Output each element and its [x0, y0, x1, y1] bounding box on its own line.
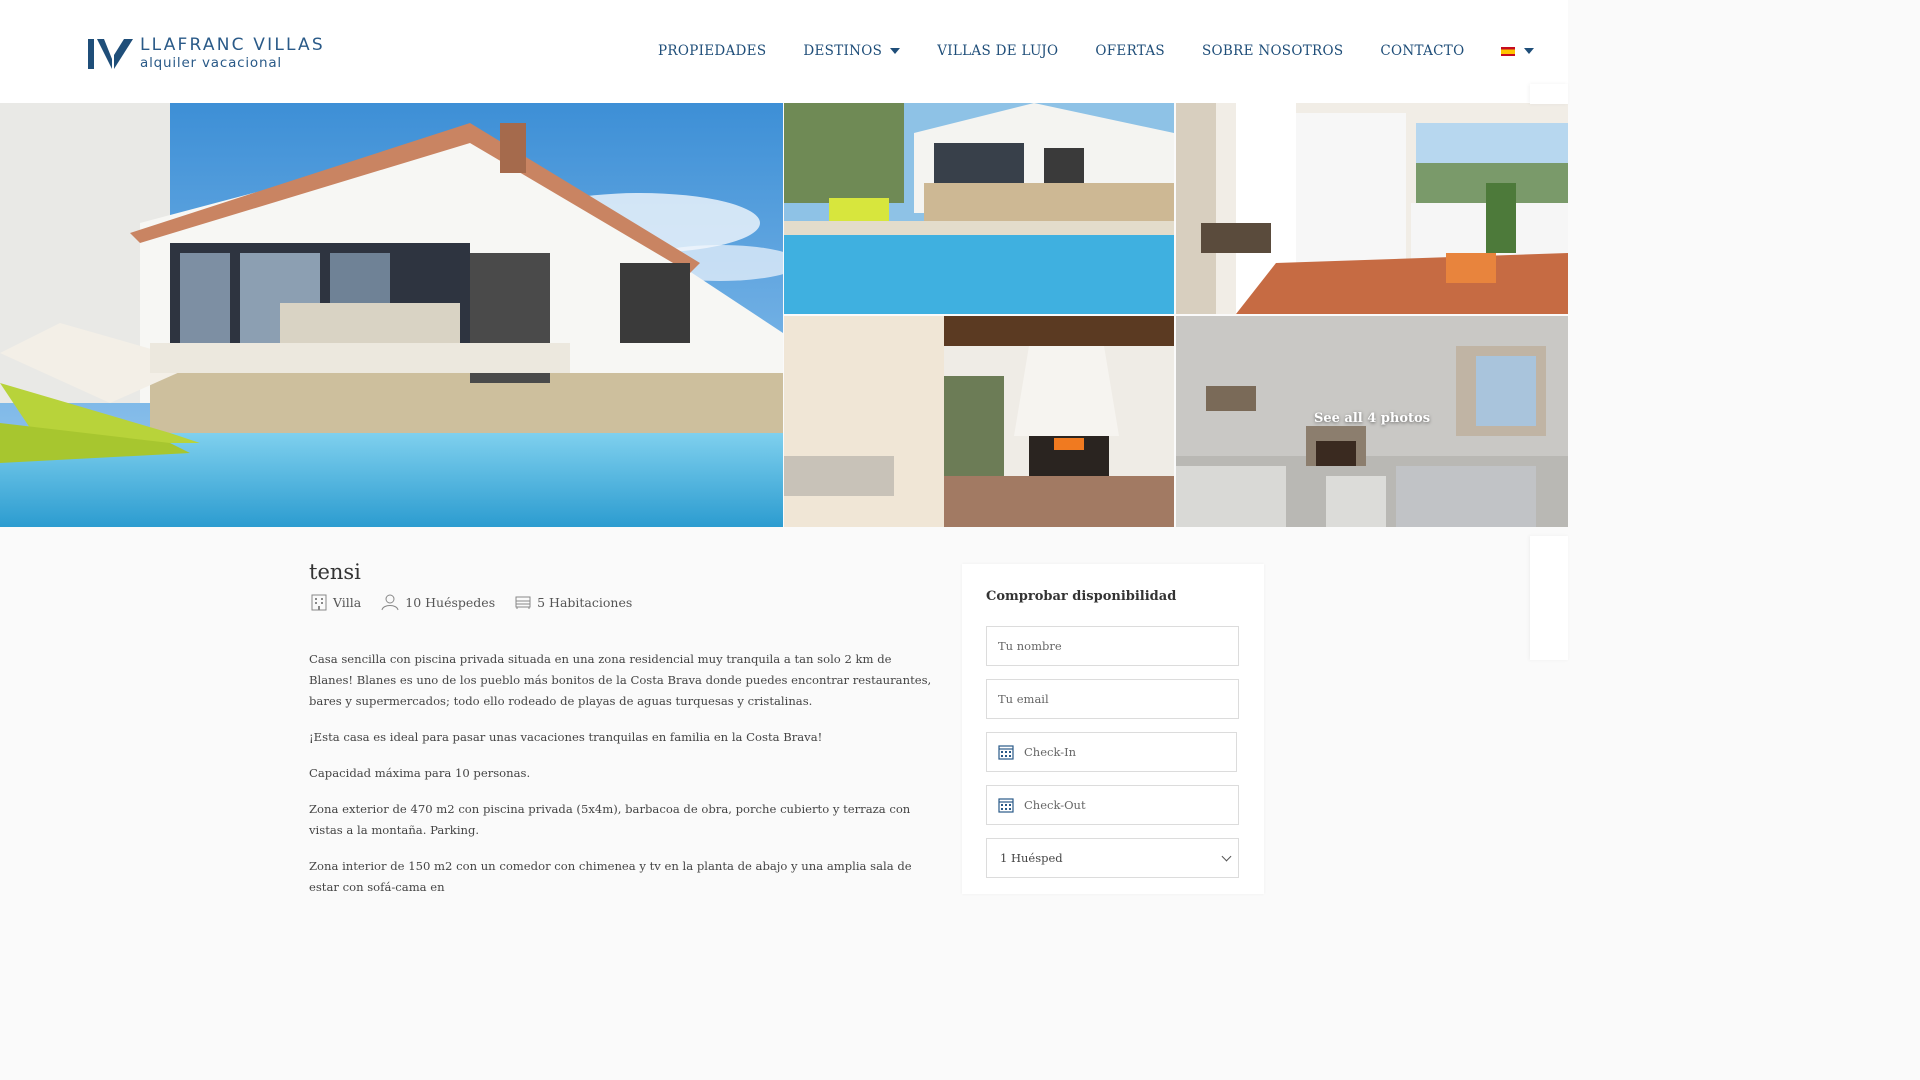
logo-mark-icon — [88, 39, 133, 69]
nav-label: DESTINOS — [803, 43, 883, 59]
nav-label: OFERTAS — [1095, 43, 1165, 59]
property-bedrooms-label: 5 Habitaciones — [537, 595, 633, 610]
nav-label: CONTACTO — [1380, 43, 1465, 59]
calendar-icon — [998, 745, 1014, 760]
guests-select[interactable]: 1 Huésped — [986, 838, 1239, 878]
nav-propiedades[interactable]: PROPIEDADES — [658, 43, 766, 59]
guests-selected-value: 1 Huésped — [1000, 851, 1063, 865]
user-icon — [381, 594, 399, 611]
gallery-photo-terrace[interactable] — [1176, 103, 1568, 314]
nav-contacto[interactable]: CONTACTO — [1380, 43, 1464, 59]
availability-form-title: Comprobar disponibilidad — [986, 589, 1177, 604]
nav-label: VILLAS DE LUJO — [937, 43, 1059, 59]
brand-name: LLAFRANC VILLAS — [140, 35, 325, 55]
gallery-photo-bbq[interactable] — [784, 316, 1174, 527]
availability-form: Comprobar disponibilidad Tu nombre Tu em… — [962, 564, 1264, 894]
nav-label: SOBRE NOSOTROS — [1201, 43, 1344, 59]
name-placeholder: Tu nombre — [998, 639, 1062, 653]
property-meta: Villa 10 Huéspedes 5 Habitaciones — [311, 594, 652, 611]
nav-villas-de-lujo[interactable]: VILLAS DE LUJO — [937, 43, 1058, 59]
checkin-field[interactable]: Check-In — [986, 732, 1237, 772]
property-guests-label: 10 Huéspedes — [405, 595, 496, 610]
email-placeholder: Tu email — [998, 692, 1049, 706]
property-guests: 10 Huéspedes — [381, 594, 495, 611]
gallery-photo-living-room[interactable]: See all 4 photos — [1176, 316, 1568, 527]
property-type-label: Villa — [333, 595, 362, 610]
nav-sobre-nosotros[interactable]: SOBRE NOSOTROS — [1202, 43, 1343, 59]
property-description: Casa sencilla con piscina privada situad… — [309, 649, 937, 913]
calendar-icon — [998, 798, 1014, 813]
chevron-down-icon — [1524, 48, 1535, 54]
side-panel-tab — [1530, 84, 1568, 104]
property-title: tensi — [309, 560, 361, 584]
bed-icon — [515, 596, 531, 609]
see-all-photos-button[interactable]: See all 4 photos — [1176, 411, 1568, 426]
main-nav: PROPIEDADES DESTINOS VILLAS DE LUJO OFER… — [658, 43, 1535, 59]
brand-tagline: alquiler vacacional — [140, 55, 282, 71]
description-paragraph: Casa sencilla con piscina privada situad… — [309, 652, 932, 708]
gallery-photo-pool[interactable] — [784, 103, 1174, 314]
spain-flag-icon — [1501, 46, 1516, 56]
description-paragraph: ¡Esta casa es ideal para pasar unas vaca… — [309, 730, 823, 744]
property-type: Villa — [311, 594, 361, 611]
checkout-placeholder: Check-Out — [1024, 798, 1086, 812]
brand-logo[interactable]: LLAFRANC VILLAS alquiler vacacional — [88, 37, 325, 72]
description-paragraph: Zona exterior de 470 m2 con piscina priv… — [309, 802, 911, 837]
chevron-down-icon — [1221, 851, 1232, 861]
name-field[interactable]: Tu nombre — [986, 626, 1239, 666]
side-panel-widget — [1530, 536, 1568, 660]
checkin-placeholder: Check-In — [1024, 745, 1077, 759]
property-bedrooms: 5 Habitaciones — [515, 595, 632, 610]
building-icon — [311, 594, 327, 611]
email-field[interactable]: Tu email — [986, 679, 1239, 719]
nav-ofertas[interactable]: OFERTAS — [1095, 43, 1165, 59]
nav-label: PROPIEDADES — [658, 43, 767, 59]
language-switcher[interactable] — [1501, 46, 1535, 56]
nav-destinos[interactable]: DESTINOS — [803, 43, 901, 59]
checkout-field[interactable]: Check-Out — [986, 785, 1239, 825]
photo-gallery: See all 4 photos — [0, 103, 1568, 527]
description-paragraph: Zona interior de 150 m2 con un comedor c… — [309, 859, 912, 894]
site-header: LLAFRANC VILLAS alquiler vacacional PROP… — [0, 0, 1568, 103]
gallery-photo-main[interactable] — [0, 103, 783, 527]
description-paragraph: Capacidad máxima para 10 personas. — [309, 766, 531, 780]
chevron-down-icon — [890, 48, 901, 54]
